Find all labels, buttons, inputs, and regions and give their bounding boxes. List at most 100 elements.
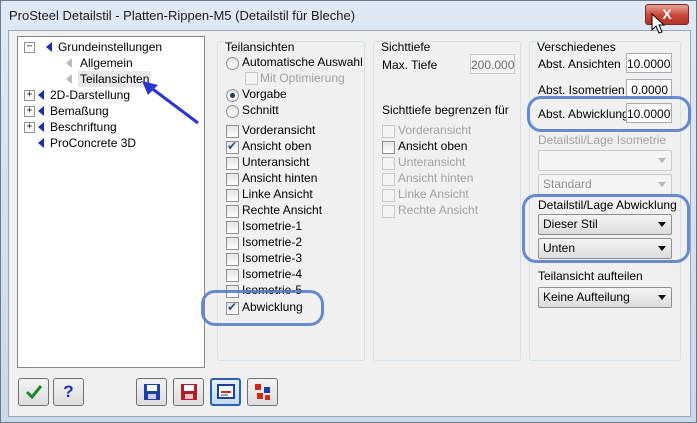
combo-value: Keine Aufteilung [543,290,630,304]
radio-label: Vorgabe [242,87,287,101]
checkbox-label: Ansicht hinten [242,171,318,185]
tree-item-label: ProConcrete 3D [50,136,137,150]
checkbox-label: Mit Optimierung [260,71,345,85]
checkmark-icon: ✔ [227,139,238,153]
chevron-down-icon [658,295,666,300]
node-triangle-icon [38,138,44,148]
iso-position-combo[interactable]: Standard [538,174,672,195]
highlight-abwicklung [201,290,324,326]
dialog-client: − Grundeinstellungen Allgemein Teilansic… [8,30,691,417]
limit-checkbox-linke-ansicht[interactable] [382,189,395,202]
checkbox-isometrie-1[interactable] [226,221,239,234]
radio-vorgabe[interactable] [226,89,239,102]
node-triangle-icon [46,42,52,52]
palette-icon [254,384,270,400]
checkbox-label: Unteransicht [398,155,466,169]
expand-icon[interactable]: + [24,122,35,133]
tree-item-label: Grundeinstellungen [58,40,163,54]
node-triangle-icon [66,74,72,84]
limit-checkbox-rechte-ansicht[interactable] [382,205,395,218]
checkbox-isometrie-3[interactable] [226,253,239,266]
sichttiefe-begrenzen-title: Sichttiefe begrenzen für [382,103,509,117]
tree-item-label: Beschriftung [50,120,117,134]
checkbox-isometrie-4[interactable] [226,269,239,282]
limit-checkbox-unteransicht[interactable] [382,157,395,170]
node-triangle-icon [38,106,44,116]
highlight-detailstil-abwicklung [522,194,690,263]
checkmark-icon [25,385,42,400]
checkbox-ansicht-hinten[interactable] [226,173,239,186]
tree-item-allgemein[interactable]: Allgemein [22,55,192,71]
chevron-down-icon [658,158,666,163]
node-triangle-icon [38,122,44,132]
limit-checkbox-ansicht-oben[interactable] [382,141,395,154]
tree-item-label: 2D-Darstellung [50,88,131,102]
mouse-cursor-icon [651,13,666,34]
radio-schnitt[interactable] [226,105,239,118]
annotation-arrow [142,81,199,125]
radio-automatische-auswahl[interactable] [226,57,239,70]
chevron-down-icon [658,182,666,187]
checkbox-label: Rechte Ansicht [242,203,323,217]
checkbox-mit-optimierung[interactable] [245,72,258,85]
limit-checkbox-vorderansicht[interactable] [382,125,395,138]
node-triangle-icon [66,58,72,68]
checkbox-label: Linke Ansicht [242,187,313,201]
node-triangle-icon [38,90,44,100]
abst-ansichten-label: Abst. Ansichten [538,57,621,71]
window-title: ProSteel Detailstil - Platten-Rippen-M5 … [9,8,356,23]
checkbox-label: Linke Ansicht [398,187,469,201]
checkbox-label: Vorderansicht [398,123,472,137]
limit-checkbox-ansicht-hinten[interactable] [382,173,395,186]
help-button[interactable]: ? [53,378,84,406]
checkbox-label: Isometrie-2 [242,235,303,249]
palette-button[interactable] [247,378,278,406]
checkbox-isometrie-2[interactable] [226,237,239,250]
sichttiefe-title: Sichttiefe [381,40,431,54]
save-as-button[interactable] [173,378,204,406]
expand-icon[interactable]: + [24,90,35,101]
aufteilen-combo[interactable]: Keine Aufteilung [538,287,672,308]
max-tiefe-label: Max. Tiefe [382,58,438,72]
dialog-window: ProSteel Detailstil - Platten-Rippen-M5 … [0,0,697,423]
checkbox-label: Unteransicht [242,155,310,169]
sichttiefe-group [373,41,521,361]
tree-item-label: Bemaßung [50,104,109,118]
settings-tree: − Grundeinstellungen Allgemein Teilansic… [17,36,205,368]
checkbox-label: Isometrie-4 [242,267,303,281]
abst-isometrien-label: Abst. Isometrien [538,83,625,97]
ok-button[interactable] [18,378,49,406]
max-tiefe-input[interactable]: 200.000 [470,54,515,74]
abst-ansichten-input[interactable]: 10.0000 [626,53,672,73]
iso-title: Detailstil/Lage Isometrie [538,133,667,147]
iso-style-combo[interactable] [538,150,672,171]
expand-icon[interactable]: + [24,106,35,117]
highlight-abst-abwicklung [527,96,691,132]
save-icon [143,384,160,400]
style-manager-button[interactable] [210,378,241,406]
checkbox-label: Isometrie-1 [242,219,303,233]
save-button[interactable] [136,378,167,406]
checkbox-label: Vorderansicht [242,123,316,137]
aufteilen-title: Teilansicht aufteilen [538,269,643,283]
title-bar: ProSteel Detailstil - Platten-Rippen-M5 … [1,1,696,29]
radio-label: Schnitt [242,103,279,117]
save-as-icon [180,384,197,400]
checkbox-label: Ansicht hinten [398,171,474,185]
checkbox-rechte-ansicht[interactable] [226,205,239,218]
checkbox-label: Rechte Ansicht [398,203,479,217]
checkbox-unteransicht[interactable] [226,157,239,170]
combo-value: Standard [543,177,592,191]
checkbox-label: Isometrie-3 [242,251,303,265]
verschiedenes-title: Verschiedenes [537,40,616,54]
checkbox-vorderansicht[interactable] [226,125,239,138]
tree-item-proconcrete[interactable]: ProConcrete 3D [22,135,192,151]
tree-item-label: Allgemein [80,56,133,70]
checkbox-label: Ansicht oben [242,139,312,153]
checkbox-ansicht-oben[interactable]: ✔ [226,139,239,154]
style-manager-icon [216,384,235,399]
checkbox-linke-ansicht[interactable] [226,189,239,202]
tree-item-grundeinstellungen[interactable]: − Grundeinstellungen [22,39,192,55]
checkbox-label: Ansicht oben [398,139,468,153]
collapse-icon[interactable]: − [24,42,35,53]
